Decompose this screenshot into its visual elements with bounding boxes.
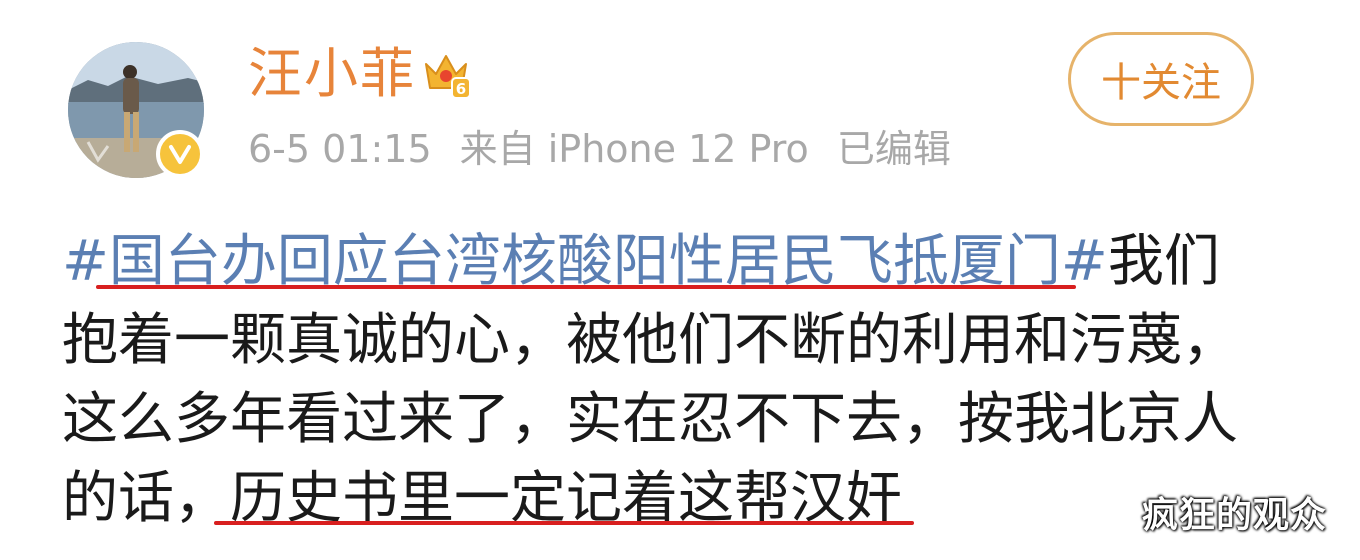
post-source: 来自 iPhone 12 Pro: [459, 127, 809, 171]
post-line-4-prefix: 的话，: [62, 466, 230, 531]
crown-icon: 6: [420, 48, 472, 100]
verified-v-icon: [156, 130, 204, 178]
post-meta: 6-5 01:15 来自 iPhone 12 Pro 已编辑: [248, 124, 979, 174]
crown-level: 6: [456, 80, 466, 98]
edited-label[interactable]: 已编辑: [837, 127, 951, 171]
post-line-3: 这么多年看过来了，实在忍不下去，按我北京人: [62, 387, 1238, 452]
post-timestamp: 6-5 01:15: [248, 127, 432, 171]
post-line-4: 的话，历史书里一定记着这帮汉奸: [62, 459, 1292, 538]
watermark: 疯狂的观众: [1142, 495, 1328, 536]
username[interactable]: 汪小菲: [248, 42, 416, 106]
post-line-1: #国台办回应台湾核酸阳性居民飞抵厦门#我们: [62, 222, 1292, 301]
annotation-underline-hashtag: [96, 285, 1076, 289]
annotation-underline-quote: [214, 521, 914, 525]
post-line-1-rest: 我们: [1107, 229, 1220, 294]
follow-button[interactable]: 十关注: [1068, 32, 1254, 126]
post-text: #国台办回应台湾核酸阳性居民飞抵厦门#我们 抱着一颗真诚的心，被他们不断的利用和…: [62, 222, 1292, 538]
weibo-post-card: 汪小菲 6 6-5 01:15 来自 iPhone 12 Pro 已编辑 十关注 #…: [0, 0, 1360, 560]
post-line-2: 抱着一颗真诚的心，被他们不断的利用和污蔑，: [62, 308, 1238, 373]
